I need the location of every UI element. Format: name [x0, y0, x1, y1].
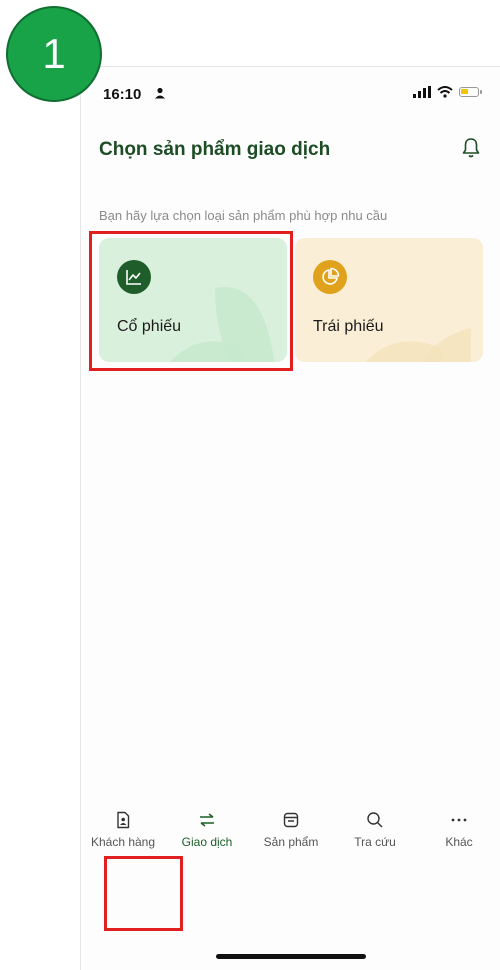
more-dots-icon [451, 818, 467, 822]
nav-item-lookup[interactable]: Tra cứu [333, 801, 417, 861]
nav-item-customers[interactable]: Khách hàng [81, 801, 165, 861]
search-icon [367, 812, 383, 828]
leaf-decoration [366, 328, 471, 362]
transfer-arrows-icon [200, 813, 214, 827]
product-label-bond: Trái phiếu [313, 318, 384, 335]
status-bar: 16:10 [81, 83, 500, 107]
product-card-stock[interactable]: Cổ phiếu [99, 238, 287, 362]
home-indicator[interactable] [216, 954, 366, 959]
signal-icon [413, 86, 431, 98]
instruction-text: Bạn hãy lựa chọn loại sản phẩm phù hợp n… [99, 208, 388, 223]
nav-label-transactions: Giao dịch [181, 835, 233, 849]
pie-chart-icon [313, 260, 347, 294]
step-number-badge: 1 [6, 6, 102, 102]
phone-screen: 16:10 Chọn sản phẩm giao dịch Bạn hãy lự… [80, 66, 500, 970]
nav-label-more: Khác [445, 835, 473, 849]
bottom-navigation: Khách hàng Giao dịch Sản phẩm Tra cứu Kh… [81, 801, 500, 861]
page-title: Chọn sản phẩm giao dịch [99, 139, 331, 160]
person-icon [155, 87, 165, 99]
status-indicators [413, 86, 482, 98]
nav-label-lookup: Tra cứu [354, 835, 396, 849]
nav-label-products: Sản phẩm [263, 835, 319, 849]
battery-icon [459, 87, 482, 97]
nav-label-customers: Khách hàng [90, 835, 156, 849]
product-box-icon [283, 812, 299, 828]
customer-icon [117, 811, 130, 829]
product-label-stock: Cổ phiếu [117, 318, 182, 335]
line-chart-icon [117, 260, 151, 294]
bell-icon[interactable] [461, 137, 481, 159]
product-card-bond[interactable]: Trái phiếu [295, 238, 483, 362]
status-time: 16:10 [103, 86, 142, 103]
nav-item-more[interactable]: Khác [417, 801, 500, 861]
nav-item-products[interactable]: Sản phẩm [249, 801, 333, 861]
wifi-icon [437, 86, 453, 98]
nav-item-transactions[interactable]: Giao dịch [165, 801, 249, 861]
leaf-decoration [170, 287, 275, 362]
